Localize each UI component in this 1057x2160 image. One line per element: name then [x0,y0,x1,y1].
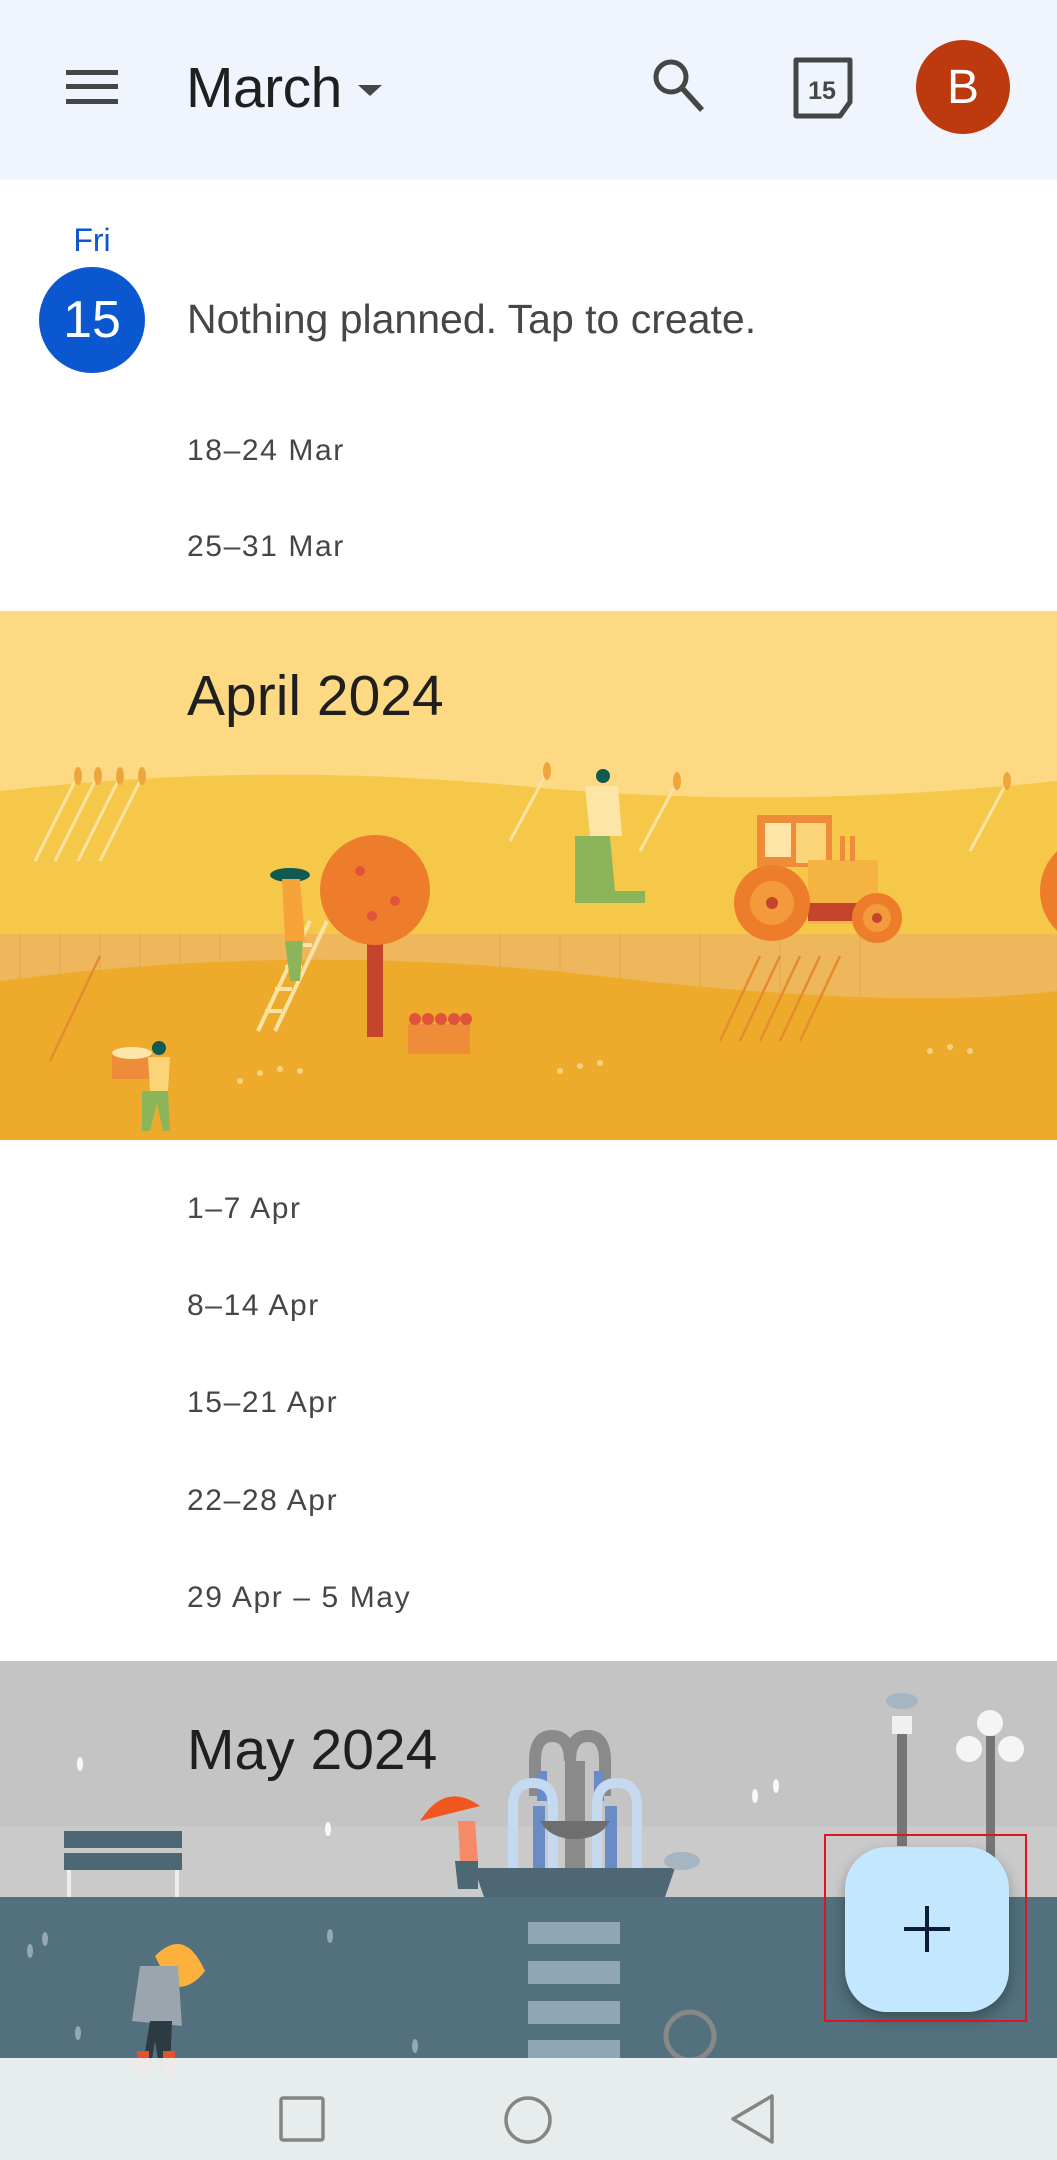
search-button[interactable] [640,50,718,124]
april-harvest-illustration [0,762,1057,1140]
menu-button[interactable] [56,58,128,116]
week-row[interactable]: 8–14 Apr [187,1289,320,1323]
week-row[interactable]: 15–21 Apr [187,1386,338,1420]
calendar-today-icon: 15 [793,57,853,119]
may-month-title[interactable]: May 2024 [187,1717,437,1783]
app-bar: March 15 B [0,0,1057,180]
week-row[interactable]: 18–24 Mar [187,434,345,468]
back-button[interactable] [722,2088,782,2148]
week-row[interactable]: 25–31 Mar [187,530,345,564]
home-icon [504,2096,552,2144]
home-button[interactable] [498,2088,558,2148]
search-icon [653,59,705,112]
week-row[interactable]: 29 Apr – 5 May [187,1581,411,1615]
today-date-text: 15 [808,77,836,105]
month-title: March [186,56,342,120]
april-banner: April 2024 [0,611,1057,1140]
today-day-number: 15 [63,291,121,349]
april-month-title[interactable]: April 2024 [187,663,444,729]
today-date-badge[interactable]: 15 [39,267,145,373]
week-row[interactable]: 1–7 Apr [187,1192,302,1226]
system-navigation-bar [0,2058,1057,2160]
week-row[interactable]: 22–28 Apr [187,1484,338,1518]
month-picker[interactable]: March [186,52,382,124]
today-button[interactable]: 15 [782,50,862,126]
avatar-initial: B [946,60,979,114]
back-icon [731,2094,774,2144]
dropdown-caret-icon [357,84,382,96]
nothing-planned-message[interactable]: Nothing planned. Tap to create. [187,296,756,343]
recent-apps-icon [279,2096,325,2142]
account-avatar[interactable]: B [916,40,1010,134]
recent-apps-button[interactable] [272,2088,332,2148]
create-event-fab[interactable] [845,1847,1009,2012]
today-weekday: Fri [73,222,111,258]
